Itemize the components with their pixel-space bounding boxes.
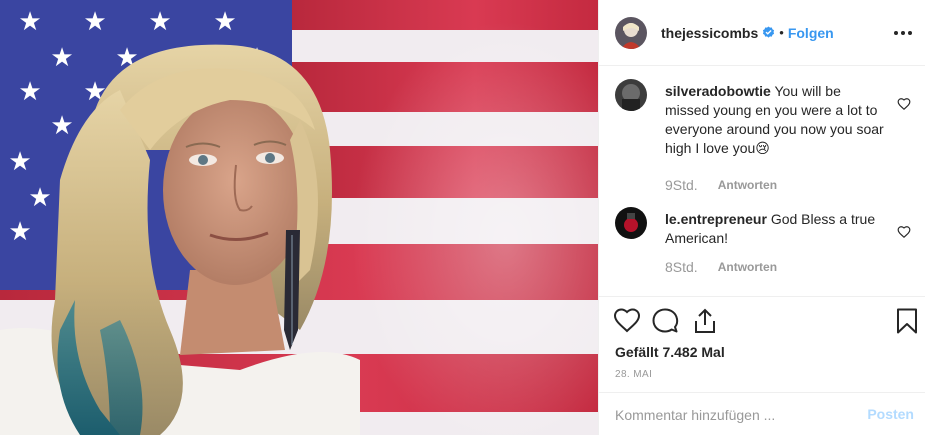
like-heart-icon[interactable] <box>613 307 641 335</box>
svg-text:★: ★ <box>8 217 31 247</box>
comment-username[interactable]: silveradobowtie <box>665 83 771 99</box>
sad-emoji: 😢 <box>755 140 770 156</box>
svg-text:★: ★ <box>83 7 106 37</box>
svg-text:★: ★ <box>28 183 51 213</box>
instagram-post: ★★★★ ★★★★ ★★★ ★★ ★★ ★★ <box>0 0 925 435</box>
avatar[interactable] <box>615 16 647 49</box>
profile-avatar-icon <box>615 16 647 49</box>
separator-dot: • <box>779 25 784 40</box>
comment-like-heart-icon[interactable] <box>897 225 911 239</box>
comment-text: le.entrepreneur God Bless a true America… <box>665 210 885 248</box>
likes-count[interactable]: Gefällt 7.482 Mal <box>615 344 725 360</box>
svg-text:★: ★ <box>148 7 171 37</box>
comment-time: 9Std. <box>665 177 698 193</box>
post-photo[interactable]: ★★★★ ★★★★ ★★★ ★★ ★★ ★★ <box>0 0 598 435</box>
comments-list: silveradobowtie You will be missed young… <box>599 67 925 295</box>
comment-time: 8Std. <box>665 259 698 275</box>
follow-button[interactable]: Folgen <box>788 25 834 41</box>
commenter-avatar[interactable] <box>615 79 647 111</box>
verified-badge-icon <box>763 26 775 38</box>
comment-meta: 8Std. Antworten <box>665 259 777 275</box>
post-image: ★★★★ ★★★★ ★★★ ★★ ★★ ★★ <box>0 0 598 435</box>
svg-text:★: ★ <box>18 7 41 37</box>
svg-text:★: ★ <box>50 43 73 73</box>
post-header: thejessicombs • Folgen <box>599 0 925 66</box>
svg-text:★: ★ <box>50 111 73 141</box>
comment-composer: Posten <box>599 392 925 435</box>
bookmark-icon[interactable] <box>893 307 921 335</box>
share-icon[interactable] <box>691 307 719 335</box>
comment-like-heart-icon[interactable] <box>897 97 911 111</box>
more-options-icon[interactable] <box>892 22 914 44</box>
post-comment-button[interactable]: Posten <box>867 406 914 422</box>
reply-button[interactable]: Antworten <box>718 260 777 274</box>
post-date[interactable]: 28. MAI <box>615 369 652 380</box>
commenter-avatar-icon <box>615 79 647 111</box>
post-side-panel: thejessicombs • Folgen silveradobowtie Y… <box>598 0 925 435</box>
svg-text:★: ★ <box>8 147 31 177</box>
svg-text:★: ★ <box>18 77 41 107</box>
comment-input[interactable] <box>615 405 845 425</box>
comment-bubble-icon[interactable] <box>651 307 679 335</box>
comment-item: silveradobowtie You will be missed young… <box>615 79 915 193</box>
reply-button[interactable]: Antworten <box>718 178 777 192</box>
commenter-avatar-icon <box>615 207 647 239</box>
svg-text:★: ★ <box>213 7 236 37</box>
post-actions: Gefällt 7.482 Mal 28. MAI <box>599 296 925 391</box>
comment-item: le.entrepreneur God Bless a true America… <box>615 207 915 277</box>
comment-text: silveradobowtie You will be missed young… <box>665 82 885 158</box>
commenter-avatar[interactable] <box>615 207 647 239</box>
post-username[interactable]: thejessicombs <box>661 25 758 41</box>
comment-username[interactable]: le.entrepreneur <box>665 211 767 227</box>
comment-meta: 9Std. Antworten <box>665 177 777 193</box>
